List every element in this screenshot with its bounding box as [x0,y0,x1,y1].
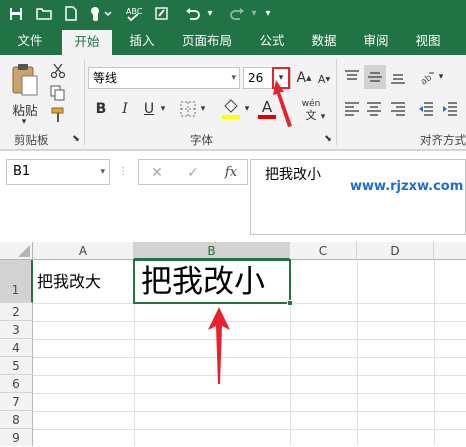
spellcheck-icon[interactable]: ABC [124,0,144,27]
grid-line [33,321,466,322]
fill-color-dropdown-icon[interactable]: ▾ [242,99,252,119]
formula-bar-grip-icon: ⋮ [118,166,128,177]
row-header-5[interactable]: 5 [0,357,33,375]
italic-button[interactable]: I [116,99,134,119]
row-header-9[interactable]: 9 [0,429,33,446]
name-box[interactable]: B1 ▾ [6,159,110,185]
fill-color-icon[interactable] [220,97,242,121]
column-header-a[interactable]: A [33,242,134,260]
clipboard-group-label: 剪贴板 [14,133,49,147]
paste-dropdown-icon[interactable]: ▾ [16,117,32,127]
row-header-4[interactable]: 4 [0,339,33,357]
align-top-icon[interactable] [342,67,362,87]
row-header-8[interactable]: 8 [0,411,33,429]
grid-line [33,411,466,412]
font-name-dropdown-icon[interactable]: ▾ [231,68,236,88]
cut-icon[interactable] [48,61,68,81]
select-all-corner[interactable] [0,242,33,260]
align-middle-icon[interactable] [364,65,386,89]
redo-icon[interactable] [226,0,248,27]
quick-access-toolbar: ABC ▾ ▾ ▾ [0,0,466,27]
svg-text:ab: ab [419,73,434,85]
annotation-arrow-up-cell [208,307,230,384]
tab-home[interactable]: 开始 [62,30,112,55]
tab-insert[interactable]: 插入 [120,27,164,55]
svg-text:ABC: ABC [126,7,143,16]
group-separator [84,59,85,145]
align-bottom-icon[interactable] [388,67,408,87]
formula-bar-area: B1 ▾ ⋮ ✕ ✓ fx 把我改小 www.rjzxw.com [0,150,466,240]
row-header-1[interactable]: 1 [0,260,33,303]
confirm-entry-button[interactable]: ✓ [183,163,203,183]
column-header-e[interactable] [434,242,466,260]
cancel-entry-button[interactable]: ✕ [147,163,167,183]
align-center-icon[interactable] [364,99,384,119]
tab-review[interactable]: 审阅 [354,27,398,55]
save-icon[interactable] [6,0,26,27]
row-header-2[interactable]: 2 [0,303,33,321]
row-header-3[interactable]: 3 [0,321,33,339]
align-left-icon[interactable] [342,99,362,119]
touch-mode-icon[interactable] [86,0,114,27]
redo-dropdown-icon[interactable]: ▾ [248,0,260,27]
borders-icon[interactable] [178,99,198,119]
tab-file[interactable]: 文件 [8,27,52,55]
grid-line [33,393,466,394]
formula-input[interactable]: 把我改小 [250,159,466,235]
underline-dropdown-icon[interactable]: ▾ [158,99,168,119]
tab-view[interactable]: 视图 [406,27,450,55]
paste-icon[interactable] [8,61,42,99]
customize-qat-button[interactable]: ▾ [262,0,274,27]
font-launcher-icon[interactable]: ⬊ [322,133,334,145]
undo-icon[interactable] [182,0,204,27]
row-header-6[interactable]: 6 [0,375,33,393]
undo-dropdown-icon[interactable]: ▾ [204,0,216,27]
folder-icon[interactable] [34,0,54,27]
borders-dropdown-icon[interactable]: ▾ [198,99,208,119]
orientation-icon[interactable]: ab [416,67,438,87]
grid-line [33,429,466,430]
bold-button[interactable]: B [92,99,110,119]
row-header-7[interactable]: 7 [0,393,33,411]
copy-icon[interactable] [48,83,68,103]
align-right-icon[interactable] [388,99,408,119]
tab-formulas[interactable]: 公式 [250,27,294,55]
ribbon-home: 粘贴 ▾ 剪贴板 ⬊ 等线 ▾ 26 ▾ A ▲ A ▼ B I U ▾ ▾ ▾ A… [0,55,466,150]
tab-page-layout[interactable]: 页面布局 [172,27,242,55]
format-painter-icon[interactable] [48,105,68,125]
increase-indent-icon[interactable] [440,99,460,119]
paste-button[interactable]: 粘贴 [8,101,42,118]
tab-data[interactable]: 数据 [302,27,346,55]
alignment-group-label: 对齐方式 [420,133,466,147]
underline-button[interactable]: U [140,99,158,119]
phonetic-dropdown-icon[interactable]: ▾ [318,111,328,123]
insert-function-button[interactable]: fx [219,163,243,183]
orientation-dropdown-icon[interactable]: ▾ [436,67,446,87]
fill-handle[interactable] [287,300,293,306]
grid-line [357,260,358,446]
decrease-font-button[interactable]: A ▼ [315,69,333,89]
column-header-c[interactable]: C [290,242,357,260]
cell-a1[interactable]: 把我改大 [37,262,133,302]
name-box-dropdown-icon[interactable]: ▾ [100,160,105,184]
grid-line [434,260,435,446]
group-separator [336,59,337,145]
paint-icon[interactable] [152,0,172,27]
column-header-d[interactable]: D [357,242,434,260]
font-group-label: 字体 [190,133,213,147]
column-header-b[interactable]: B [134,242,290,260]
annotation-arrow-up [273,80,292,127]
font-name-box[interactable]: 等线 ▾ [88,67,240,89]
grid-line [33,357,466,358]
formula-buttons: ✕ ✓ fx [138,159,248,185]
cell-b1-selected[interactable]: 把我改小 [133,259,293,306]
watermark-text: www.rjzxw.com [350,179,464,194]
decrease-indent-icon[interactable] [416,99,436,119]
grid-line [33,339,466,340]
grid-line [33,375,466,376]
clipboard-launcher-icon[interactable]: ⬊ [70,133,82,145]
ribbon-tabs: 文件 开始 插入 页面布局 公式 数据 审阅 视图 [0,27,466,55]
new-file-icon[interactable] [62,0,80,27]
